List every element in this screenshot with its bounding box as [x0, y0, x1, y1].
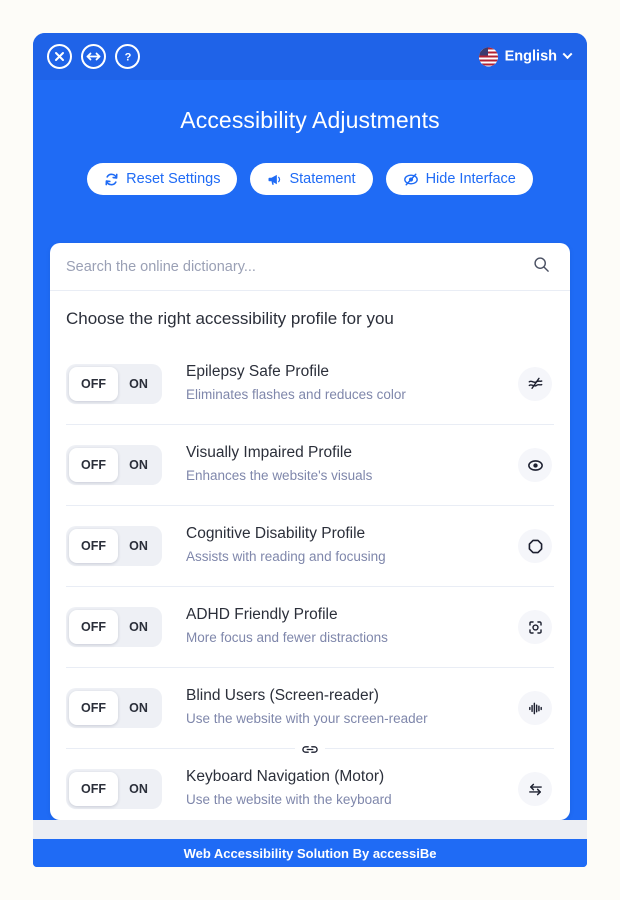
toggle-off-label: OFF [69, 691, 118, 725]
toggle-off-label: OFF [69, 772, 118, 806]
language-selector[interactable]: English [478, 47, 573, 66]
swap-arrows-icon [518, 772, 552, 806]
toggle-off-label: OFF [69, 366, 118, 401]
toggle-adhd-friendly[interactable]: OFF ON [66, 607, 162, 647]
toggle-on-label: ON [129, 539, 148, 553]
page-title: Accessibility Adjustments [180, 107, 440, 133]
card-heading: Choose the right accessibility profile f… [66, 309, 394, 328]
profile-row-keyboard-navigation[interactable]: OFF ON Keyboard Navigation (Motor) Use t… [66, 738, 554, 820]
profile-text: Cognitive Disability Profile Assists wit… [162, 524, 518, 567]
svg-text:?: ? [124, 52, 131, 64]
reset-circular-arrows-icon [104, 172, 119, 187]
toggle-on-label: ON [129, 458, 148, 472]
profile-text: ADHD Friendly Profile More focus and few… [162, 605, 518, 648]
profile-row-cognitive-disability[interactable]: OFF ON Cognitive Disability Profile Assi… [66, 505, 554, 586]
topbar-icon-group: ? [47, 44, 140, 69]
resize-horizontal-icon[interactable] [81, 44, 106, 69]
chevron-down-icon [562, 48, 573, 59]
hide-interface-label: Hide Interface [425, 171, 516, 187]
toggle-keyboard-navigation[interactable]: OFF ON [66, 769, 162, 809]
profile-text: Keyboard Navigation (Motor) Use the webs… [162, 767, 518, 810]
profile-text: Visually Impaired Profile Enhances the w… [162, 443, 518, 486]
profile-name: Visually Impaired Profile [186, 444, 352, 462]
profile-description: Use the website with the keyboard [186, 792, 392, 808]
reset-settings-label: Reset Settings [126, 171, 221, 187]
toggle-cognitive-disability[interactable]: OFF ON [66, 526, 162, 566]
question-mark-icon[interactable]: ? [115, 44, 140, 69]
profile-description: More focus and fewer distractions [186, 630, 388, 646]
chain-link-icon [295, 738, 325, 760]
toggle-off-label: OFF [69, 448, 118, 482]
eye-slash-icon [403, 172, 419, 187]
profile-name: Blind Users (Screen-reader) [186, 687, 379, 705]
widget-header: Accessibility Adjustments Reset Settings [33, 80, 587, 195]
card-bottom-gap [33, 820, 587, 839]
profile-name: ADHD Friendly Profile [186, 606, 338, 624]
toggle-off-label: OFF [69, 610, 118, 644]
focus-target-icon [518, 610, 552, 644]
octagon-icon [518, 529, 552, 563]
profile-description: Enhances the website's visuals [186, 468, 373, 484]
accessibility-widget: ? English Accessibility Adjustments Rese… [33, 33, 587, 867]
widget-topbar: ? English [33, 33, 587, 80]
profile-name: Epilepsy Safe Profile [186, 362, 330, 380]
toggle-on-label: ON [129, 701, 148, 715]
megaphone-icon [267, 172, 282, 187]
search-input[interactable] [66, 258, 533, 275]
waves-slash-icon [518, 366, 552, 401]
profiles-card: Choose the right accessibility profile f… [50, 243, 570, 820]
profile-description: Use the website with your screen-reader [186, 711, 428, 727]
statement-button[interactable]: Statement [250, 163, 373, 195]
profile-row-epilepsy-safe[interactable]: OFF ON Epilepsy Safe Profile Eliminates … [66, 343, 554, 424]
us-flag-icon [478, 47, 498, 66]
profile-row-adhd-friendly[interactable]: OFF ON ADHD Friendly Profile More focus … [66, 586, 554, 667]
reset-settings-button[interactable]: Reset Settings [87, 163, 238, 195]
profile-name: Keyboard Navigation (Motor) [186, 768, 385, 786]
profile-text: Epilepsy Safe Profile Eliminates flashes… [162, 362, 518, 405]
footer-label: Web Accessibility Solution By accessiBe [183, 845, 437, 861]
toggle-on-label: ON [129, 376, 148, 391]
profile-description: Assists with reading and focusing [186, 549, 386, 565]
close-icon[interactable] [47, 44, 72, 69]
statement-label: Statement [289, 171, 356, 187]
hide-interface-button[interactable]: Hide Interface [385, 163, 533, 195]
language-label: English [504, 48, 557, 65]
toggle-on-label: ON [129, 782, 148, 796]
toggle-visually-impaired[interactable]: OFF ON [66, 445, 162, 485]
profile-row-blind-users[interactable]: OFF ON Blind Users (Screen-reader) Use t… [66, 667, 554, 748]
toggle-epilepsy-safe[interactable]: OFF ON [66, 363, 162, 404]
profile-row-visually-impaired[interactable]: OFF ON Visually Impaired Profile Enhance… [66, 424, 554, 505]
toggle-blind-users[interactable]: OFF ON [66, 688, 162, 728]
widget-footer[interactable]: Web Accessibility Solution By accessiBe [33, 839, 587, 867]
audio-waveform-icon [518, 691, 552, 725]
toggle-on-label: ON [129, 620, 148, 634]
profile-text: Blind Users (Screen-reader) Use the webs… [162, 686, 518, 729]
profile-description: Eliminates flashes and reduces color [186, 386, 406, 402]
profiles-list: OFF ON Epilepsy Safe Profile Eliminates … [50, 343, 570, 820]
toggle-off-label: OFF [69, 529, 118, 563]
header-action-buttons: Reset Settings Statement Hide Interface [33, 163, 587, 195]
profile-name: Cognitive Disability Profile [186, 525, 366, 543]
search-bar [50, 243, 570, 291]
search-icon[interactable] [533, 256, 550, 278]
eye-icon [518, 448, 552, 482]
